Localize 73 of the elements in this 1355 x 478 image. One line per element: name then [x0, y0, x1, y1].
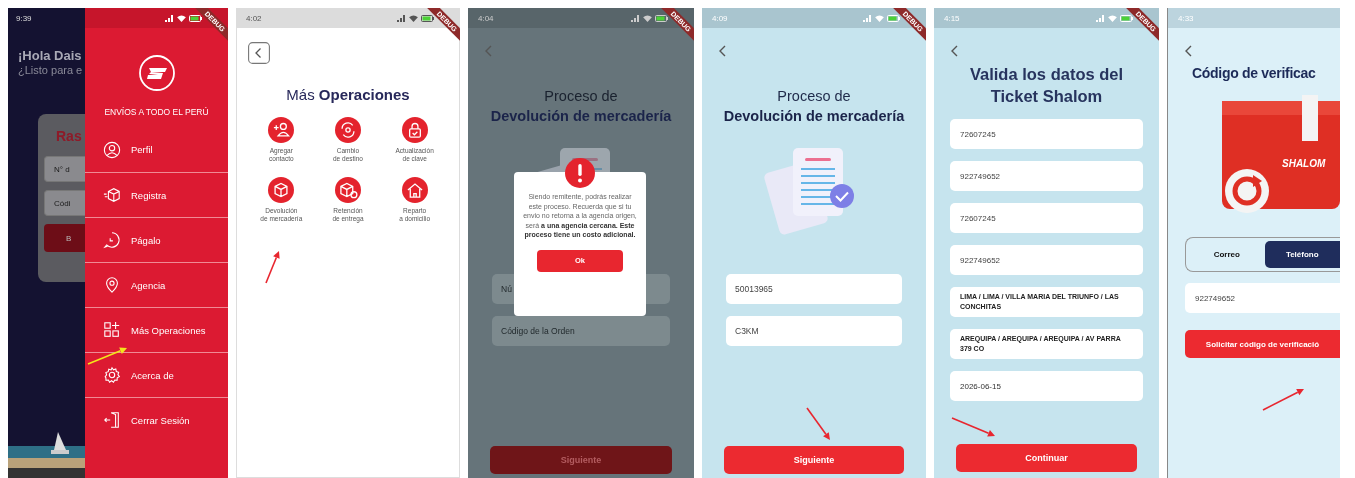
next-button[interactable]: Siguiente — [724, 446, 904, 474]
input-field[interactable]: Código de la Orden — [492, 316, 670, 346]
back-chevron-icon[interactable] — [951, 45, 958, 57]
menu-item[interactable]: Acerca de — [85, 352, 228, 397]
input-field[interactable]: 922749652 — [950, 245, 1143, 275]
input-field[interactable]: 50013965 — [726, 274, 902, 304]
toggle-option[interactable]: Teléfono — [1264, 241, 1340, 268]
screen-title: Devolución de mercadería — [489, 107, 673, 126]
box-label: SHALOM — [1282, 158, 1326, 169]
logo-icon — [137, 54, 176, 92]
signal-icon — [397, 14, 406, 22]
status-time: 4:15 — [944, 13, 960, 23]
card-title: Ras — [56, 128, 83, 144]
greeting-subtitle: ¿Listo para e — [18, 64, 84, 76]
signal-icon — [1096, 14, 1105, 22]
person-plus-icon — [268, 117, 295, 143]
screen-title: Más Operaciones — [285, 86, 411, 103]
menu-item[interactable]: Más Operaciones — [85, 307, 228, 352]
gear-icon — [103, 366, 121, 384]
signal-icon — [863, 14, 872, 22]
signal-icon — [165, 14, 174, 22]
screen-title: Valida los datos del Ticket Shalom — [968, 64, 1125, 107]
battery-icon — [1120, 14, 1133, 22]
menu-item[interactable]: Registra — [85, 172, 228, 217]
wifi-icon — [875, 14, 884, 22]
user-icon — [103, 140, 121, 159]
wifi-icon — [1108, 14, 1117, 22]
input-field[interactable]: C3KM — [726, 316, 902, 346]
menu-item[interactable]: Perfil — [85, 127, 228, 172]
screen-title: Proceso de — [543, 87, 619, 106]
greeting: ¡Hola Dais — [18, 48, 83, 63]
menu-item[interactable]: Agencia — [85, 262, 228, 307]
status-time: 4:09 — [712, 13, 728, 23]
toggle-option[interactable]: Correo — [1189, 241, 1265, 268]
input-field[interactable]: N° d — [44, 156, 85, 182]
back-button[interactable] — [248, 42, 270, 64]
signal-icon — [631, 14, 640, 22]
screen-title: Devolución de mercadería — [722, 107, 906, 126]
screen-title: Código de verificac — [1192, 65, 1317, 81]
box-icon — [103, 186, 121, 204]
wifi-icon — [409, 14, 418, 22]
input-field[interactable]: 72607245 — [950, 119, 1143, 149]
search-button[interactable]: B — [44, 224, 85, 252]
box-icon — [268, 177, 295, 203]
circular-arrows-icon — [335, 117, 361, 143]
status-time: 4:02 — [246, 13, 262, 23]
continue-button[interactable]: Continuar — [956, 444, 1137, 472]
input-field[interactable]: 922749652 — [950, 161, 1143, 191]
lock-icon — [401, 117, 428, 143]
battery-icon — [887, 14, 900, 22]
input-field[interactable]: 2026-06-15 — [950, 371, 1143, 401]
input-field[interactable]: 72607245 — [950, 203, 1143, 233]
back-chevron-icon[interactable] — [719, 45, 726, 57]
tagline: ENVÍOS A TODO EL PERÚ — [103, 107, 210, 117]
status-time: 9:39 — [16, 13, 32, 23]
menu-item[interactable]: Cerrar Sesión — [85, 397, 228, 442]
input-field[interactable]: 922749652 — [1185, 283, 1340, 313]
back-chevron-icon[interactable] — [1185, 45, 1192, 57]
house-icon — [401, 177, 428, 203]
status-time: 4:04 — [478, 13, 494, 23]
screen-title: Proceso de — [776, 87, 852, 106]
wifi-icon — [177, 14, 186, 22]
location-pin-icon — [103, 276, 121, 294]
exit-door-icon — [103, 411, 121, 429]
grid-plus-icon — [103, 321, 121, 339]
battery-icon — [655, 14, 668, 22]
battery-icon — [421, 14, 434, 22]
menu-item[interactable]: Págalo — [85, 217, 228, 262]
input-field[interactable]: Códi — [44, 190, 85, 216]
request-code-button[interactable]: Solicitar código de verificació — [1185, 330, 1340, 358]
wifi-icon — [643, 14, 652, 22]
battery-icon — [189, 14, 202, 22]
box-clock-icon — [335, 177, 361, 203]
